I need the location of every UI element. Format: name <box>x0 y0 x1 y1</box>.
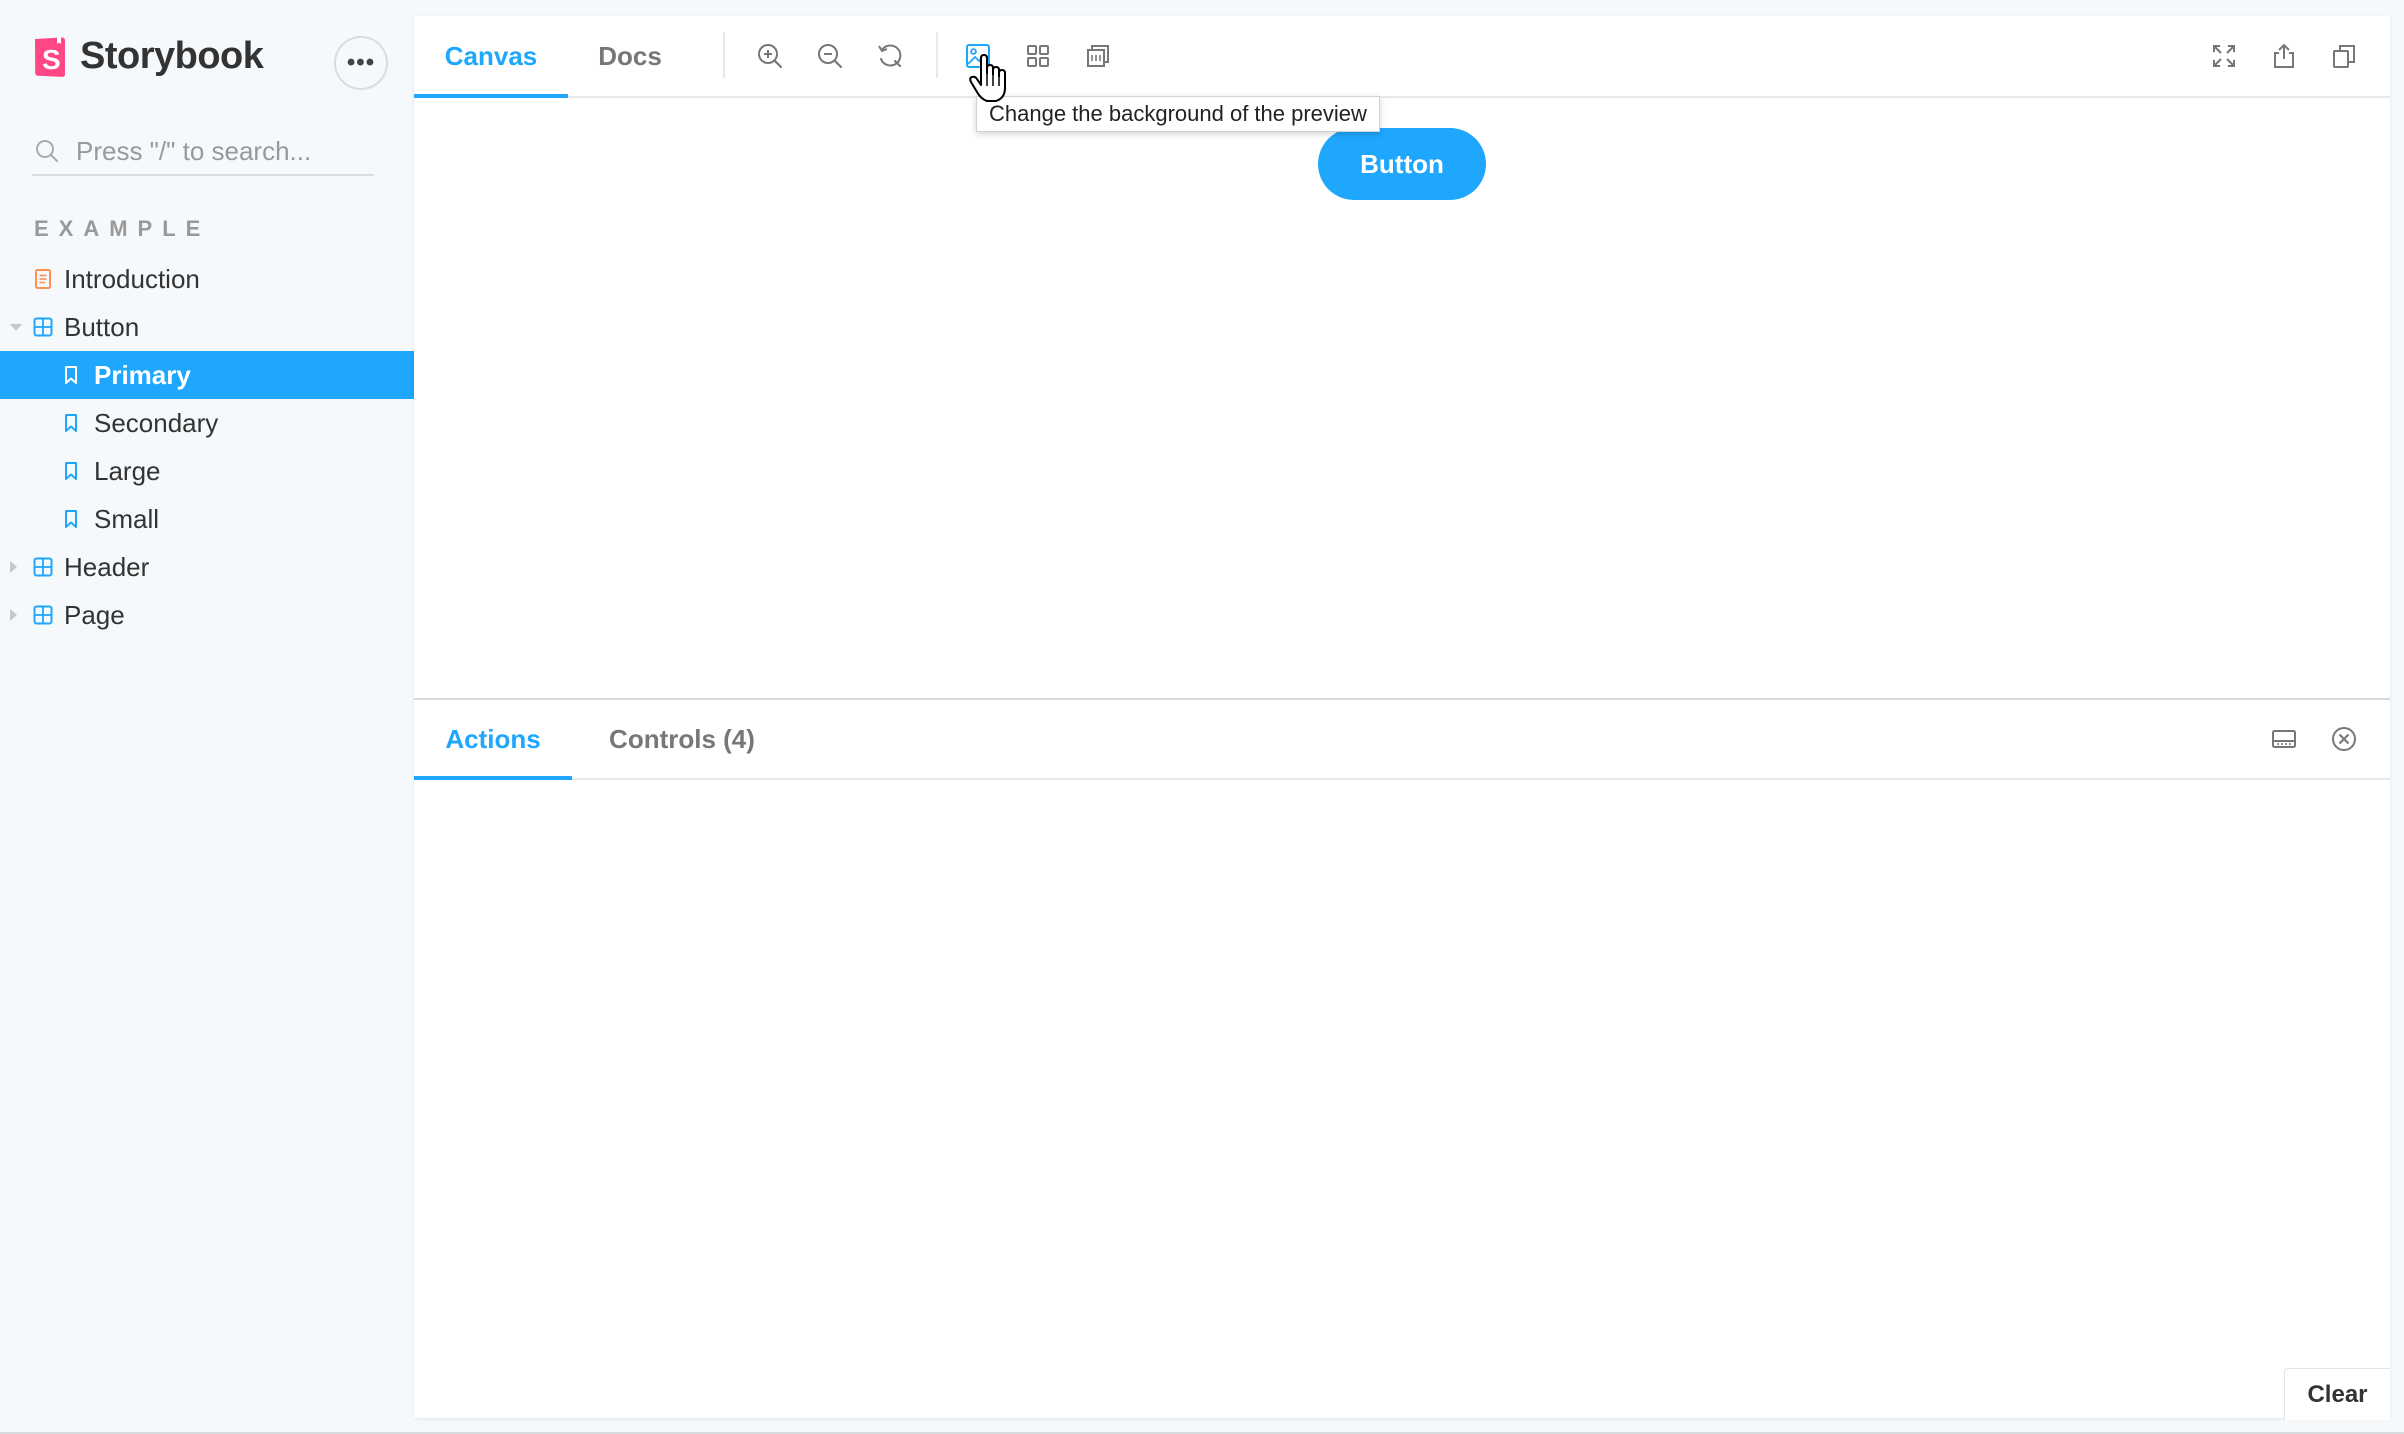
preview-primary-button[interactable]: Button <box>1318 128 1486 200</box>
bookmark-icon <box>60 508 82 530</box>
tree-item-label: Header <box>64 551 150 582</box>
ellipsis-icon: ••• <box>346 49 376 76</box>
tab-docs[interactable]: Docs <box>568 16 692 96</box>
tree-item-button[interactable]: Button <box>0 303 414 351</box>
search-box[interactable] <box>32 128 374 176</box>
tree-item-label: Primary <box>94 359 191 390</box>
panel-orientation-icon[interactable] <box>2268 723 2300 755</box>
tab-canvas[interactable]: Canvas <box>414 16 568 98</box>
zoom-out-icon[interactable] <box>814 40 846 72</box>
tree-item-large[interactable]: Large <box>0 447 414 495</box>
search-input[interactable] <box>76 135 366 167</box>
tree-item-header[interactable]: Header <box>0 543 414 591</box>
more-options-button[interactable]: ••• <box>334 36 388 90</box>
component-icon <box>32 316 54 338</box>
section-title: EXAMPLE <box>34 216 211 241</box>
bookmark-icon <box>60 364 82 386</box>
addons-panel: Actions Controls (4) Clear <box>414 698 2390 1420</box>
reset-zoom-icon[interactable] <box>874 40 906 72</box>
measure-icon[interactable] <box>1082 40 1114 72</box>
close-panel-icon[interactable] <box>2328 723 2360 755</box>
tree-item-introduction[interactable]: Introduction <box>0 255 414 303</box>
bookmark-icon <box>60 460 82 482</box>
toolbar: Canvas Docs Change the background of the… <box>414 16 2390 132</box>
tree-item-label: Button <box>64 311 140 342</box>
panel-tabs: Actions Controls (4) <box>414 700 2390 780</box>
tree-item-label: Small <box>94 503 160 534</box>
zoom-in-icon[interactable] <box>754 40 786 72</box>
brand[interactable]: S Storybook <box>32 35 264 78</box>
story-tree: Introduction Button Primary Secondary La… <box>0 255 414 639</box>
tree-item-small[interactable]: Small <box>0 495 414 543</box>
tree-item-label: Secondary <box>94 407 219 438</box>
chevron-right-icon <box>10 609 17 621</box>
preview-canvas: Button <box>414 98 2390 698</box>
tree-item-label: Page <box>64 599 125 630</box>
tab-controls[interactable]: Controls (4) <box>572 700 792 778</box>
grid-icon[interactable] <box>1022 40 1054 72</box>
tree-item-page[interactable]: Page <box>0 591 414 639</box>
bookmark-icon <box>60 412 82 434</box>
sidebar: S Storybook ••• EXAMPLE Introduction But… <box>0 0 414 1434</box>
tree-item-label: Large <box>94 455 161 486</box>
toolbar-divider <box>723 32 725 78</box>
document-icon <box>32 268 54 290</box>
tab-actions[interactable]: Actions <box>414 700 572 780</box>
tree-item-label: Introduction <box>64 263 200 294</box>
component-icon <box>32 556 54 578</box>
toolbar-divider <box>936 32 938 78</box>
svg-text:S: S <box>42 44 61 75</box>
component-icon <box>32 604 54 626</box>
brand-name: Storybook <box>80 35 264 77</box>
hand-cursor-icon <box>969 54 1006 102</box>
clear-button[interactable]: Clear <box>2284 1368 2390 1420</box>
chevron-down-icon <box>10 324 22 331</box>
share-icon[interactable] <box>2268 40 2300 72</box>
tree-item-primary[interactable]: Primary <box>0 351 414 399</box>
search-icon <box>36 140 58 162</box>
copy-link-icon[interactable] <box>2328 40 2360 72</box>
tooltip: Change the background of the preview <box>976 96 1380 132</box>
fullscreen-icon[interactable] <box>2208 40 2240 72</box>
storybook-logo-icon: S <box>35 36 65 77</box>
tree-item-secondary[interactable]: Secondary <box>0 399 414 447</box>
main-area: Canvas Docs Change the background of the… <box>414 16 2390 1420</box>
chevron-right-icon <box>10 561 17 573</box>
